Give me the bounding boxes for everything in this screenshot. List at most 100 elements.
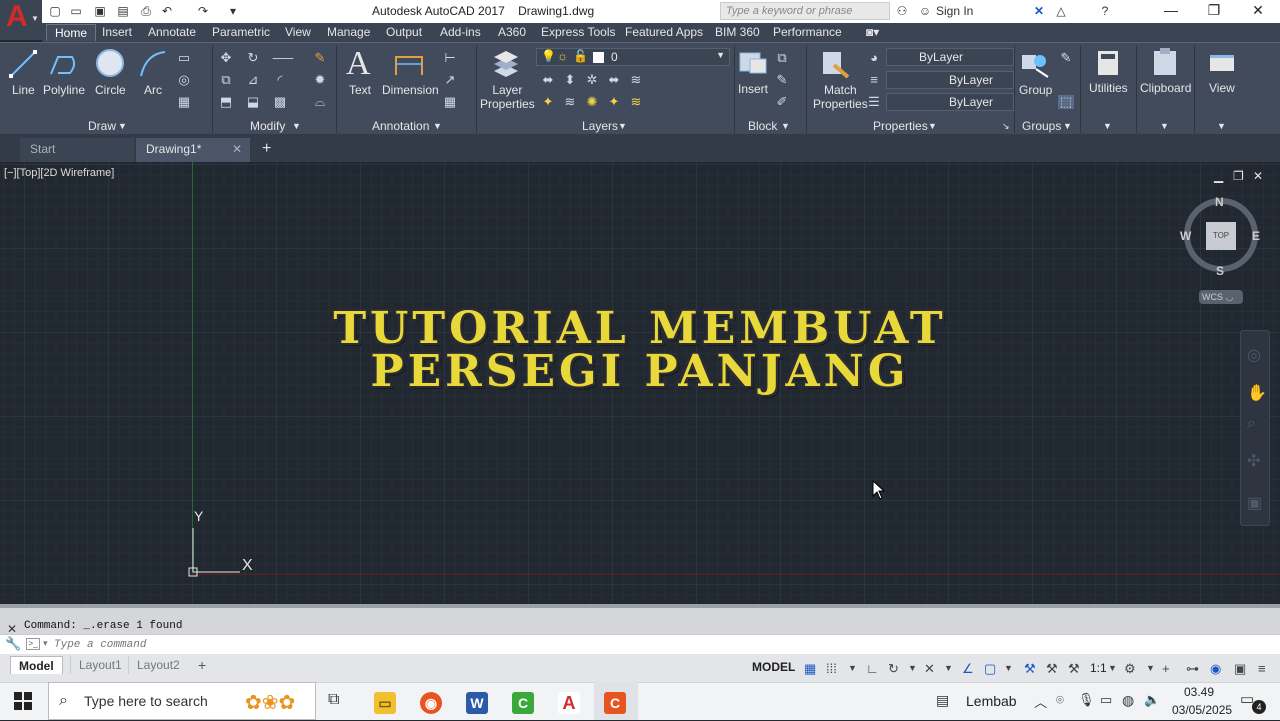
tab-performance[interactable]: Performance — [773, 25, 842, 39]
tab-annotate[interactable]: Annotate — [148, 25, 196, 39]
insert-block-icon[interactable] — [738, 49, 768, 77]
view-icon[interactable] — [1208, 51, 1236, 75]
properties-panel-title[interactable]: Properties — [873, 119, 928, 133]
dimension-icon[interactable] — [394, 51, 424, 77]
linetype-icon[interactable]: ≡ — [866, 73, 882, 87]
layer-dropdown[interactable]: 💡 ☼ 🔓 0 ▼ — [536, 48, 730, 66]
copy-icon[interactable]: ⧉ — [218, 73, 234, 87]
dialog-launcher-icon[interactable]: ↘ — [1002, 121, 1010, 132]
network-icon[interactable]: ◍ — [1122, 692, 1134, 709]
sign-in-button[interactable]: Sign In — [936, 4, 973, 18]
chevron-down-icon[interactable]: ▼ — [618, 121, 627, 131]
user-icon[interactable]: ☺ — [918, 4, 932, 18]
steering-wheel-icon[interactable]: ◎ — [1247, 345, 1261, 365]
chevron-down-icon[interactable]: ▼ — [1146, 663, 1155, 673]
layer-tool-icon[interactable]: ⬌ — [540, 73, 556, 87]
insert-tool-label[interactable]: Insert — [738, 82, 768, 96]
move-icon[interactable]: ✥ — [218, 51, 234, 65]
utilities-label[interactable]: Utilities — [1089, 81, 1128, 95]
line-tool-label[interactable]: Line — [12, 83, 35, 97]
clock-time[interactable]: 03.49 — [1184, 685, 1214, 699]
chevron-down-icon[interactable]: ▼ — [1004, 663, 1013, 673]
new-tab-button[interactable]: + — [256, 138, 280, 162]
trim-icon[interactable]: ⸺ — [272, 51, 294, 65]
autocad-taskbar-icon[interactable]: A — [558, 692, 580, 714]
task-view-icon[interactable]: ⧉ — [328, 691, 339, 709]
open-file-icon[interactable]: ▭ — [69, 4, 83, 18]
showmotion-icon[interactable]: ▣ — [1247, 493, 1262, 513]
close-icon[interactable]: ✕ — [1243, 2, 1273, 19]
chevron-down-icon[interactable]: ▼ — [292, 121, 301, 131]
maximize-icon[interactable]: ❐ — [1199, 2, 1229, 19]
file-explorer-icon[interactable]: ▭ — [374, 692, 396, 714]
tab-express-tools[interactable]: Express Tools — [541, 25, 615, 39]
block-panel-title[interactable]: Block — [748, 119, 777, 133]
units-icon[interactable]: ⊶ — [1186, 661, 1199, 677]
layer-tool-icon[interactable]: ✺ — [584, 95, 600, 109]
meet-now-icon[interactable]: ⌾ — [1056, 692, 1064, 708]
add-layout-button[interactable]: + — [190, 656, 214, 674]
clock-date[interactable]: 03/05/2025 — [1172, 703, 1232, 717]
layer-tool-icon[interactable]: ✦ — [540, 95, 556, 109]
compass-west[interactable]: W — [1180, 229, 1191, 243]
command-prompt-icon[interactable]: >_ — [26, 638, 40, 650]
rectangle-icon[interactable]: ▭ — [176, 51, 192, 65]
layer-tool-icon[interactable]: ✦ — [606, 95, 622, 109]
table-icon[interactable]: ▦ — [442, 95, 458, 109]
firefox-icon[interactable]: ◉ — [420, 692, 442, 714]
group-icon[interactable] — [1020, 49, 1050, 79]
command-input[interactable] — [54, 636, 1254, 653]
annotation-panel-title[interactable]: Annotation — [372, 119, 429, 133]
chevron-down-icon[interactable]: ▼ — [433, 121, 442, 131]
text-icon[interactable]: A — [346, 45, 371, 83]
viewcube-face[interactable]: TOP — [1206, 222, 1236, 250]
tab-layout2[interactable]: Layout2 — [128, 656, 188, 674]
layer-tool-icon[interactable]: ⬌ — [606, 73, 622, 87]
ungroup-icon[interactable]: ✎ — [1058, 51, 1074, 65]
stretch-icon[interactable]: ⬒ — [218, 95, 234, 109]
chevron-down-icon[interactable]: ▼ — [1108, 663, 1117, 673]
attribute-icon[interactable]: ✐ — [774, 95, 790, 109]
isolate-objects-icon[interactable]: ◉ — [1210, 661, 1221, 677]
plot-icon[interactable]: ⎙ — [139, 4, 153, 18]
tab-layout1[interactable]: Layout1 — [70, 656, 130, 674]
compass-north[interactable]: N — [1215, 195, 1224, 209]
annotation-scale-value[interactable]: 1:1 — [1090, 661, 1107, 675]
layer-tool-icon[interactable]: ≋ — [562, 95, 578, 109]
group-tool-label[interactable]: Group — [1019, 83, 1052, 97]
tab-start[interactable]: Start — [20, 138, 134, 162]
layer-tool-icon[interactable]: ⬍ — [562, 73, 578, 87]
windows-start-icon[interactable] — [14, 692, 32, 710]
draw-panel-title[interactable]: Draw — [88, 119, 116, 133]
color-wheel-icon[interactable]: ◕ — [866, 51, 882, 65]
chevron-down-icon[interactable]: ▼ — [908, 663, 917, 673]
object-snap-tracking-icon[interactable]: ∠ — [962, 661, 974, 677]
undo-icon[interactable]: ↶ — [160, 4, 174, 18]
clipboard-label[interactable]: Clipboard — [1140, 81, 1191, 95]
zoom-icon[interactable]: ⌕ — [1247, 415, 1256, 433]
tab-add-ins[interactable]: Add-ins — [440, 25, 481, 39]
camtasia-icon[interactable]: C — [512, 692, 534, 714]
line-icon[interactable] — [8, 49, 38, 79]
isodraft-icon[interactable]: ✕ — [924, 661, 935, 677]
close-icon[interactable]: ✕ — [232, 138, 242, 160]
chevron-down-icon[interactable]: ▼ — [848, 663, 857, 673]
viewport-restore-icon[interactable]: ❐ — [1233, 169, 1244, 183]
model-space-button[interactable]: MODEL — [752, 660, 795, 674]
tab-model[interactable]: Model — [10, 656, 63, 674]
annotation-scale-icon[interactable]: ⚒ — [1068, 661, 1080, 677]
group-select-icon[interactable]: ⬚ — [1058, 95, 1074, 109]
orbit-icon[interactable]: ✣ — [1247, 451, 1260, 471]
viewport-close-icon[interactable]: ✕ — [1253, 169, 1263, 183]
ribbon-options-icon[interactable]: ◙▾ — [866, 25, 879, 39]
tab-parametric[interactable]: Parametric — [212, 25, 270, 39]
weather-text[interactable]: Lembab — [966, 693, 1017, 709]
viewport-controls[interactable]: [−][Top][2D Wireframe] — [4, 167, 114, 179]
view-label[interactable]: View — [1209, 81, 1235, 95]
application-menu-button[interactable]: A ▼ — [0, 0, 42, 40]
annotation-visibility-icon[interactable]: ⚒ — [1024, 661, 1036, 677]
snap-icon[interactable]: ⁞⁞⁞ — [826, 661, 837, 676]
annotation-monitor-icon[interactable]: + — [1162, 661, 1170, 676]
chevron-down-icon[interactable]: ▼ — [118, 121, 127, 131]
chevron-down-icon[interactable]: ▼ — [1160, 121, 1169, 131]
